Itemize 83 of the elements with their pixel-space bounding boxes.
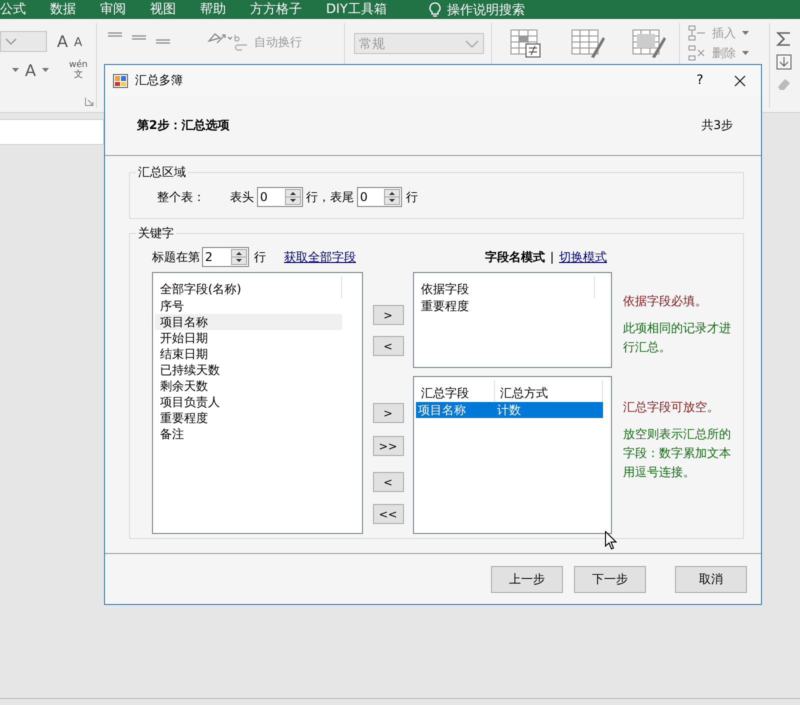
text-orientation-icon[interactable] (207, 31, 233, 45)
dialog-launcher-icon[interactable] (85, 97, 94, 106)
app-icon (113, 74, 128, 88)
list-item[interactable]: 结束日期 (155, 346, 342, 362)
spin-buttons[interactable] (231, 249, 247, 265)
lightbulb-icon (428, 2, 441, 18)
list-item[interactable]: 重要程度 (416, 298, 595, 314)
fetch-fields-link[interactable]: 获取全部字段 (284, 248, 356, 266)
cell-style-icon[interactable] (632, 29, 666, 59)
table-cell-text: 计数 (496, 402, 522, 418)
insert-cells-icon[interactable] (688, 25, 706, 41)
move-button[interactable]: > (372, 305, 404, 325)
ribbon-tab[interactable]: 公式 (0, 0, 38, 19)
fill-down-icon[interactable] (776, 54, 792, 70)
move-button[interactable]: >> (372, 436, 404, 456)
move-button[interactable]: > (372, 403, 404, 423)
ribbon-tab[interactable]: DIY工具箱 (314, 0, 399, 19)
dialog-button[interactable]: 上一步 (491, 566, 563, 592)
number-spinner[interactable]: 0 (257, 187, 303, 207)
list-item[interactable]: 剩余天数 (155, 378, 342, 394)
table-cell-text: 项目名称 (417, 402, 467, 418)
hint-text: 依据字段必填。 (623, 293, 708, 310)
ribbon-tab[interactable]: 审阅 (88, 0, 138, 19)
mode-label: 字段名模式 (484, 248, 545, 266)
font-color-button[interactable]: A (25, 60, 36, 80)
separator-text: | (550, 250, 554, 264)
list-item[interactable]: 开始日期 (155, 330, 342, 346)
caret-icon[interactable] (742, 31, 749, 35)
dialog-button[interactable]: 取消 (675, 566, 747, 592)
ribbon-tab[interactable]: 数据 (38, 0, 88, 19)
list-box[interactable]: 依据字段 重要程度 (413, 272, 612, 368)
group-title: 汇总区域 (137, 164, 187, 181)
column-header: 依据字段 (416, 276, 595, 298)
shrink-font-button[interactable]: A (74, 34, 82, 48)
caret-icon[interactable] (5, 38, 17, 45)
spin-buttons[interactable] (285, 189, 301, 205)
mouse-cursor-icon (605, 531, 617, 550)
list-item[interactable]: 项目负责人 (155, 394, 342, 410)
number-spinner[interactable]: 2 (202, 247, 249, 267)
sum-icon[interactable] (776, 31, 792, 47)
move-button[interactable]: < (372, 336, 404, 356)
list-box[interactable]: 全部字段(名称) 序号 项目名称 开始日期 结束日期 已持续天数 剩余天数 项目负责人 重要程度 备注 (152, 272, 363, 534)
column-header: 全部字段(名称) (155, 276, 342, 298)
step-count: 共3步 (701, 117, 733, 134)
table-format-icon[interactable] (571, 29, 605, 59)
field-label: 行 (254, 248, 266, 266)
number-spinner[interactable]: 0 (357, 187, 402, 207)
list-item[interactable]: 重要程度 (155, 410, 342, 426)
field-label: 标题在第 (152, 248, 200, 266)
ribbon-tab[interactable]: 方方格子 (238, 0, 314, 19)
window-title: 汇总多簿 (135, 72, 184, 89)
table-row[interactable]: 项目名称 计数 (416, 402, 603, 418)
list-item[interactable]: 序号 (155, 298, 342, 314)
caret-icon[interactable] (42, 68, 49, 72)
group-title: 关键字 (137, 225, 175, 242)
list-item[interactable]: 项目名称 (155, 314, 342, 330)
spin-buttons[interactable] (384, 189, 400, 205)
list-box[interactable]: 汇总字段 汇总方式 项目名称 计数 (413, 376, 612, 534)
caret-icon[interactable] (742, 51, 749, 55)
tell-me-search[interactable]: 操作说明搜索 (446, 0, 525, 18)
caret-icon[interactable] (12, 68, 19, 72)
move-button[interactable]: < (372, 472, 404, 492)
hint-text: 放空则表示汇总所的字段：数字累加文本用逗号连接。 (623, 426, 731, 481)
list-item[interactable]: 已持续天数 (155, 362, 342, 378)
list-item[interactable]: 备注 (155, 426, 342, 442)
hint-text: 汇总字段可放空。 (623, 399, 720, 416)
dialog-button[interactable]: 下一步 (574, 566, 646, 592)
field-label: 整个表： (157, 188, 205, 206)
hint-text: 此项相同的记录才进行汇总。 (623, 320, 731, 356)
switch-mode-link[interactable]: 切换模式 (559, 248, 607, 266)
move-button[interactable]: << (372, 504, 404, 524)
field-label: 行，表尾 (306, 188, 354, 206)
grow-font-button[interactable]: A (57, 32, 68, 51)
wrap-text-icon[interactable] (234, 33, 248, 51)
ribbon-tab[interactable]: 帮助 (188, 0, 238, 19)
step-title: 第2步：汇总选项 (137, 117, 230, 134)
field-label: 行 (406, 188, 418, 206)
phonetic-button[interactable]: wén 文 (68, 60, 88, 80)
field-label: 表头 (230, 188, 254, 206)
delete-cells-icon[interactable] (688, 45, 706, 61)
close-icon[interactable] (734, 74, 746, 86)
ribbon-tab[interactable]: 视图 (138, 0, 188, 19)
help-button[interactable]: ? (688, 73, 712, 88)
